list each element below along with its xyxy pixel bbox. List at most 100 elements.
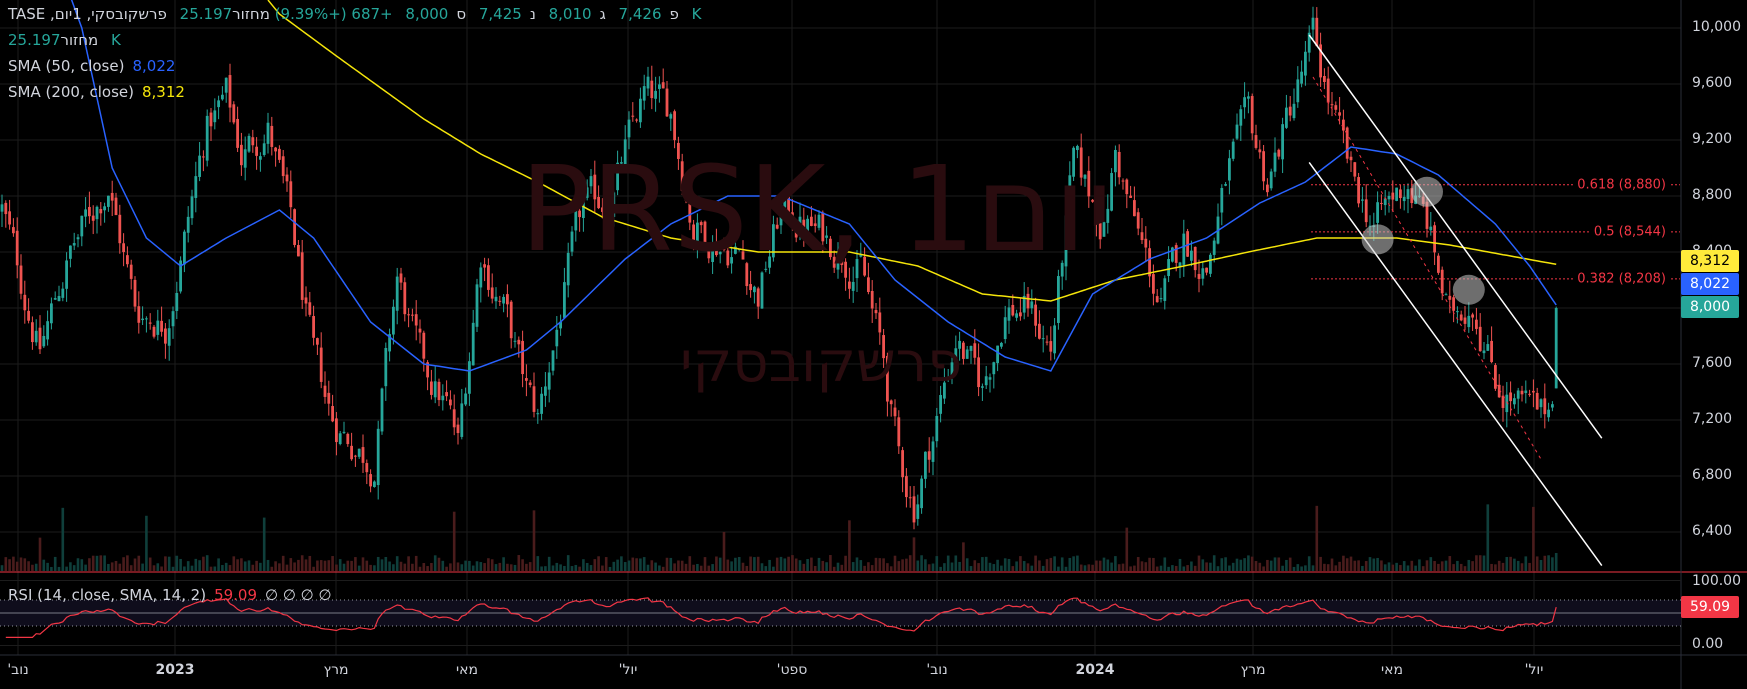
volume-bar bbox=[1433, 561, 1436, 571]
volume-bar bbox=[851, 562, 855, 571]
candle-body bbox=[684, 189, 688, 201]
candle-body bbox=[1399, 189, 1402, 199]
candle-body bbox=[1323, 75, 1326, 83]
volume-bar bbox=[551, 565, 555, 571]
symbol-legend: פרשקובסקי, 1יום, TASE פ 7,426 ג 8,010 נ 7,4… bbox=[8, 5, 709, 23]
volume-bar bbox=[1098, 560, 1102, 571]
candle-body bbox=[924, 451, 927, 479]
volume-bar bbox=[1110, 562, 1113, 571]
candle-body bbox=[118, 214, 122, 244]
volume-bar bbox=[1323, 563, 1326, 571]
candle-body bbox=[680, 161, 684, 192]
volume-bar bbox=[342, 563, 346, 571]
sma200-legend[interactable]: SMA (200, close) 8,312 bbox=[8, 83, 193, 101]
volume-bar bbox=[221, 565, 224, 571]
volume-bar bbox=[1345, 558, 1349, 571]
candle-body bbox=[186, 216, 190, 233]
volume-bar bbox=[183, 566, 186, 571]
candle-body bbox=[91, 215, 95, 221]
candle-body bbox=[262, 143, 266, 155]
candle-body bbox=[699, 222, 703, 226]
volume-bar bbox=[927, 564, 931, 571]
volume-bar bbox=[1045, 559, 1049, 571]
volume-bar bbox=[464, 560, 467, 571]
candle-body bbox=[1000, 342, 1003, 347]
volume-bar bbox=[1148, 557, 1151, 571]
volume-legend[interactable]: מחזור25.197 K bbox=[8, 31, 129, 49]
volume-bar bbox=[15, 561, 19, 571]
volume-bar bbox=[1391, 564, 1395, 571]
volume-bar bbox=[958, 561, 961, 571]
candle-body bbox=[874, 310, 878, 314]
sma50-value: 8,022 bbox=[132, 57, 176, 75]
candle-body bbox=[1296, 79, 1300, 103]
candle-body bbox=[202, 156, 205, 158]
price-axis-label: 10,000 bbox=[1692, 19, 1741, 35]
volume-bar bbox=[57, 566, 61, 571]
candle-body bbox=[72, 243, 76, 246]
volume-bar bbox=[1091, 564, 1094, 571]
candle-body bbox=[988, 377, 992, 380]
candle-body bbox=[205, 115, 209, 161]
candle-body bbox=[775, 224, 779, 229]
volume-bar bbox=[1304, 565, 1307, 571]
volume-bar bbox=[274, 561, 277, 571]
volume-bar bbox=[198, 560, 201, 571]
candle-body bbox=[1402, 196, 1406, 202]
volume-bar bbox=[908, 555, 912, 571]
candle-body bbox=[274, 147, 277, 152]
candle-body bbox=[316, 338, 319, 345]
volume-bar bbox=[756, 556, 760, 571]
volume-bar bbox=[521, 559, 524, 571]
candle-body bbox=[304, 297, 308, 304]
candle-body bbox=[1535, 392, 1539, 410]
candle-body bbox=[851, 281, 855, 291]
volume-bar bbox=[483, 563, 486, 571]
volume-bar bbox=[1087, 564, 1091, 571]
time-axis-label: מאי bbox=[1381, 662, 1403, 678]
candle-body bbox=[730, 257, 733, 264]
candle-body bbox=[110, 192, 114, 201]
volume-bar bbox=[392, 564, 395, 571]
volume-bar bbox=[540, 566, 543, 571]
volume-bar bbox=[1357, 560, 1360, 571]
candle-body bbox=[646, 76, 650, 89]
candle-body bbox=[954, 348, 958, 363]
volume-bar bbox=[437, 557, 441, 571]
candle-body bbox=[99, 208, 103, 214]
volume-bar bbox=[240, 558, 243, 571]
volume-bar bbox=[27, 561, 30, 571]
volume-bar bbox=[1019, 556, 1022, 571]
volume-bar bbox=[608, 566, 612, 571]
candle-body bbox=[228, 75, 232, 108]
candle-body bbox=[555, 329, 559, 347]
candle-body bbox=[1079, 147, 1083, 178]
volume-bar bbox=[840, 564, 844, 571]
candle-body bbox=[935, 415, 939, 442]
open-value: 7,426 bbox=[618, 5, 662, 23]
candle-body bbox=[1190, 250, 1193, 261]
volume-bar bbox=[50, 566, 53, 571]
candle-body bbox=[585, 187, 589, 198]
candle-body bbox=[346, 433, 350, 445]
volume-bar bbox=[623, 562, 627, 571]
candle-body bbox=[798, 216, 802, 236]
sma50-legend[interactable]: SMA (50, close) 8,022 bbox=[8, 57, 183, 75]
candle-body bbox=[1459, 314, 1463, 321]
volume-bar bbox=[1425, 560, 1429, 571]
volume-bar bbox=[1057, 566, 1060, 571]
rsi-legend[interactable]: RSI (14, close, SMA, 14, 2) 59.09 ∅ ∅ ∅ ∅ bbox=[8, 586, 340, 604]
candle-body bbox=[437, 381, 441, 401]
volume-bar bbox=[1053, 556, 1056, 571]
candle-body bbox=[1285, 107, 1288, 128]
candle-body bbox=[126, 255, 129, 265]
candle-body bbox=[677, 142, 680, 159]
candle-body bbox=[669, 114, 673, 119]
volume-bar bbox=[1140, 561, 1144, 571]
candle-body bbox=[4, 202, 8, 215]
symbol-title[interactable]: פרשקובסקי, 1יום, TASE bbox=[8, 5, 167, 23]
volume-bar bbox=[665, 557, 669, 571]
candle-body bbox=[1209, 254, 1212, 274]
candle-body bbox=[1364, 199, 1368, 223]
candle-body bbox=[1437, 255, 1440, 273]
